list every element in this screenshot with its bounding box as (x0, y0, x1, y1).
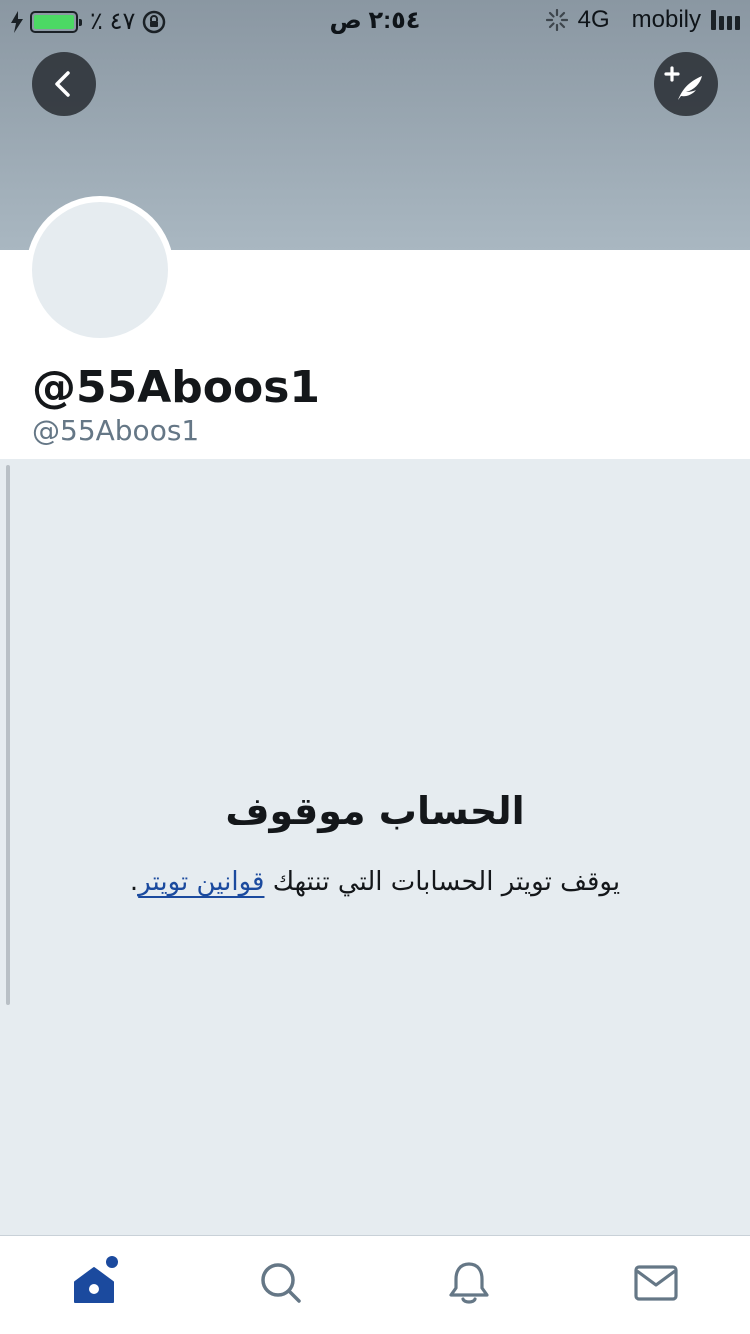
twitter-rules-link[interactable]: قوانين تويتر (138, 867, 264, 897)
suspended-message: يوقف تويتر الحسابات التي تنتهك قوانين تو… (0, 867, 750, 897)
status-right: 4G mobily (545, 6, 740, 34)
tab-search[interactable] (221, 1238, 341, 1328)
tab-home[interactable] (34, 1238, 154, 1328)
avatar (26, 196, 174, 344)
tab-messages[interactable] (596, 1238, 716, 1328)
mail-icon (634, 1265, 678, 1301)
profile-handle: @55Aboos1 (32, 414, 200, 447)
tab-notifications[interactable] (409, 1238, 529, 1328)
avatar-placeholder (32, 202, 168, 338)
profile-display-name: @55Aboos1 (32, 362, 321, 413)
chevron-left-icon (55, 71, 70, 97)
suspended-title: الحساب موقوف (225, 789, 525, 833)
new-content-dot (105, 1256, 118, 1268)
signal-strength-icon (711, 10, 740, 30)
carrier-name: mobily (631, 6, 701, 33)
scroll-indicator (6, 465, 10, 1005)
network-type: 4G (577, 6, 610, 33)
search-icon (261, 1263, 301, 1303)
back-button[interactable] (32, 52, 96, 116)
compose-tweet-button[interactable] (654, 52, 718, 116)
tab-bar (0, 1235, 750, 1334)
suspended-message-text: يوقف تويتر الحسابات التي تنتهك (264, 867, 621, 897)
compose-feather-icon (664, 66, 702, 100)
bell-icon (449, 1262, 489, 1304)
suspended-panel: الحساب موقوف يوقف تويتر الحسابات التي تن… (0, 459, 750, 1235)
status-bar: ٪ ٤٧ ٢:٥٤ ص 4G mobily (0, 0, 750, 42)
activity-spinner-icon (545, 9, 568, 31)
suspended-message-period: . (129, 867, 139, 897)
